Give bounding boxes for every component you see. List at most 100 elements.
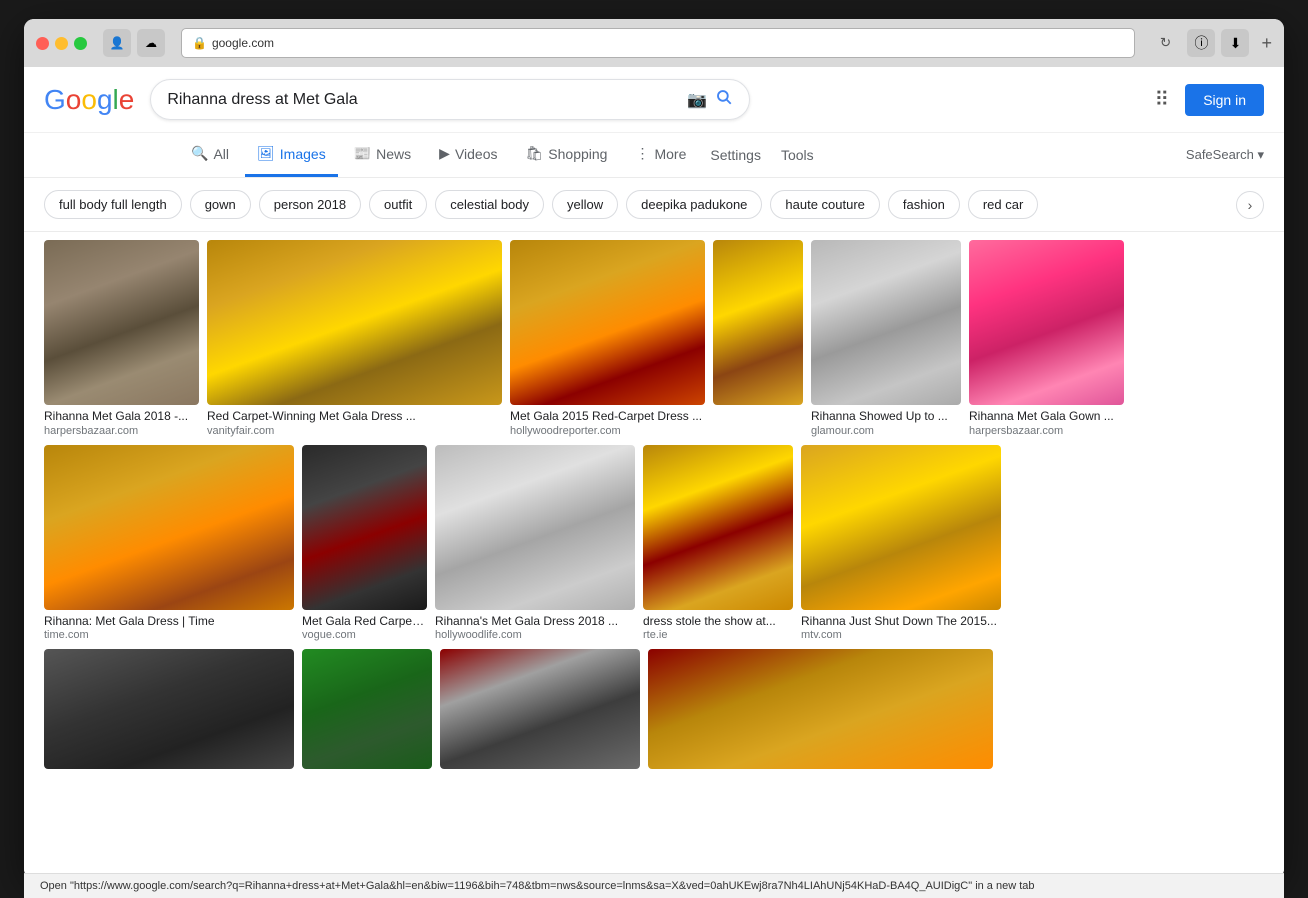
chip-red-car[interactable]: red car (968, 190, 1038, 219)
tab-more-label: More (654, 146, 686, 162)
chip-celestial-body[interactable]: celestial body (435, 190, 544, 219)
chip-label: celestial body (450, 197, 529, 212)
chips-next-button[interactable]: › (1236, 191, 1264, 219)
tab-all[interactable]: 🔍 All (179, 133, 241, 177)
tab-shopping-label: Shopping (548, 146, 607, 162)
chip-label: gown (205, 197, 236, 212)
status-bar: Open "https://www.google.com/search?q=Ri… (24, 873, 1284, 898)
new-tab-button[interactable]: + (1261, 33, 1272, 54)
image-card-11[interactable] (44, 649, 294, 769)
search-input[interactable] (167, 91, 679, 109)
image-card-3b[interactable] (713, 240, 803, 409)
image-card-13[interactable] (440, 649, 640, 769)
search-bar[interactable]: 📷 (150, 79, 750, 120)
image-card-4[interactable]: Rihanna Showed Up to ... glamour.com (811, 240, 961, 437)
tools-button[interactable]: Tools (773, 135, 822, 175)
close-button[interactable] (36, 37, 49, 50)
image-source-10: mtv.com (801, 629, 1001, 641)
image-grid: Rihanna Met Gala 2018 -... harpersbazaar… (24, 232, 1284, 785)
traffic-lights (36, 37, 87, 50)
image-caption-7: Met Gala Red Carpet ... (302, 614, 427, 630)
chip-yellow[interactable]: yellow (552, 190, 618, 219)
image-card-12[interactable] (302, 649, 432, 769)
image-caption-5: Rihanna Met Gala Gown ... (969, 409, 1124, 425)
chip-fashion[interactable]: fashion (888, 190, 960, 219)
shopping-icon: 🛍 (526, 145, 544, 162)
safe-search-dropdown[interactable]: SafeSearch ▾ (1186, 147, 1264, 163)
image-source-1: harpersbazaar.com (44, 425, 199, 437)
settings-button[interactable]: Settings (702, 135, 769, 175)
image-caption-8: Rihanna's Met Gala Dress 2018 ... (435, 614, 635, 630)
tab-more[interactable]: ⋮ More (623, 133, 698, 177)
image-source-6: time.com (44, 629, 294, 641)
logo-letter-o2: o (81, 84, 97, 115)
image-card-6[interactable]: Rihanna: Met Gala Dress | Time time.com (44, 445, 294, 642)
image-card-2[interactable]: Red Carpet-Winning Met Gala Dress ... va… (207, 240, 502, 437)
image-card-7[interactable]: Met Gala Red Carpet ... vogue.com (302, 445, 427, 642)
info-icon[interactable]: ⓘ (1187, 29, 1215, 57)
browser-content: Google 📷 ⠿ Sign in (24, 67, 1284, 879)
filter-chips: full body full length gown person 2018 o… (24, 178, 1284, 232)
extension-icon[interactable]: 👤 (103, 29, 131, 57)
search-button[interactable] (715, 88, 733, 111)
refresh-button[interactable]: ↻ (1151, 29, 1179, 57)
videos-icon: ▶ (439, 145, 450, 162)
image-caption-10: Rihanna Just Shut Down The 2015... (801, 614, 1001, 630)
tab-news-label: News (376, 146, 411, 162)
browser-titlebar: 👤 ☁ 🔒 google.com ↻ ⓘ ⬇ + (24, 19, 1284, 67)
chip-label: deepika padukone (641, 197, 747, 212)
download-icon[interactable]: ⬇ (1221, 29, 1249, 57)
all-icon: 🔍 (191, 145, 208, 162)
minimize-button[interactable] (55, 37, 68, 50)
camera-search-button[interactable]: 📷 (687, 90, 707, 110)
logo-letter-g: G (44, 84, 66, 115)
toolbar-icons: 👤 ☁ (103, 29, 165, 57)
browser-window: 👤 ☁ 🔒 google.com ↻ ⓘ ⬇ + Google 📷 (24, 19, 1284, 879)
tab-news[interactable]: 📰 News (342, 133, 423, 177)
chip-label: fashion (903, 197, 945, 212)
chip-full-body[interactable]: full body full length (44, 190, 182, 219)
chip-deepika[interactable]: deepika padukone (626, 190, 762, 219)
image-source-2: vanityfair.com (207, 425, 502, 437)
chip-gown[interactable]: gown (190, 190, 251, 219)
image-caption-1: Rihanna Met Gala 2018 -... (44, 409, 199, 425)
news-icon: 📰 (354, 145, 371, 162)
tab-videos[interactable]: ▶ Videos (427, 133, 509, 177)
image-card-1[interactable]: Rihanna Met Gala 2018 -... harpersbazaar… (44, 240, 199, 437)
image-source-3: hollywoodreporter.com (510, 425, 705, 437)
image-source-5: harpersbazaar.com (969, 425, 1124, 437)
chip-label: person 2018 (274, 197, 346, 212)
image-card-14[interactable] (648, 649, 993, 769)
chip-person-2018[interactable]: person 2018 (259, 190, 361, 219)
google-logo: Google (44, 84, 134, 116)
chip-label: red car (983, 197, 1023, 212)
tab-images[interactable]: 🖼 Images (245, 133, 338, 177)
image-caption-3: Met Gala 2015 Red-Carpet Dress ... (510, 409, 705, 425)
nav-tabs: 🔍 All 🖼 Images 📰 News ▶ Videos 🛍 Shoppin… (24, 133, 1284, 178)
address-bar[interactable]: 🔒 google.com (181, 28, 1135, 58)
chip-label: haute couture (785, 197, 865, 212)
maximize-button[interactable] (74, 37, 87, 50)
tab-images-label: Images (280, 146, 326, 162)
cloud-icon[interactable]: ☁ (137, 29, 165, 57)
chip-outfit[interactable]: outfit (369, 190, 427, 219)
status-text: Open "https://www.google.com/search?q=Ri… (40, 880, 1035, 892)
image-card-9[interactable]: dress stole the show at... rte.ie (643, 445, 793, 642)
logo-letter-g2: g (97, 84, 113, 115)
logo-letter-o1: o (66, 84, 82, 115)
chip-label: outfit (384, 197, 412, 212)
header-right: ⠿ Sign in (1155, 84, 1264, 116)
image-card-5[interactable]: Rihanna Met Gala Gown ... harpersbazaar.… (969, 240, 1124, 437)
chip-label: full body full length (59, 197, 167, 212)
image-card-10[interactable]: Rihanna Just Shut Down The 2015... mtv.c… (801, 445, 1001, 642)
apps-grid-button[interactable]: ⠿ (1155, 87, 1170, 112)
images-icon: 🖼 (257, 145, 275, 162)
image-card-3[interactable]: Met Gala 2015 Red-Carpet Dress ... holly… (510, 240, 705, 437)
image-card-8[interactable]: Rihanna's Met Gala Dress 2018 ... hollyw… (435, 445, 635, 642)
image-caption-2: Red Carpet-Winning Met Gala Dress ... (207, 409, 502, 425)
image-row-2: Rihanna: Met Gala Dress | Time time.com … (44, 445, 1264, 642)
chip-haute-couture[interactable]: haute couture (770, 190, 880, 219)
sign-in-button[interactable]: Sign in (1185, 84, 1264, 116)
tab-shopping[interactable]: 🛍 Shopping (514, 133, 620, 177)
image-caption-4: Rihanna Showed Up to ... (811, 409, 961, 425)
